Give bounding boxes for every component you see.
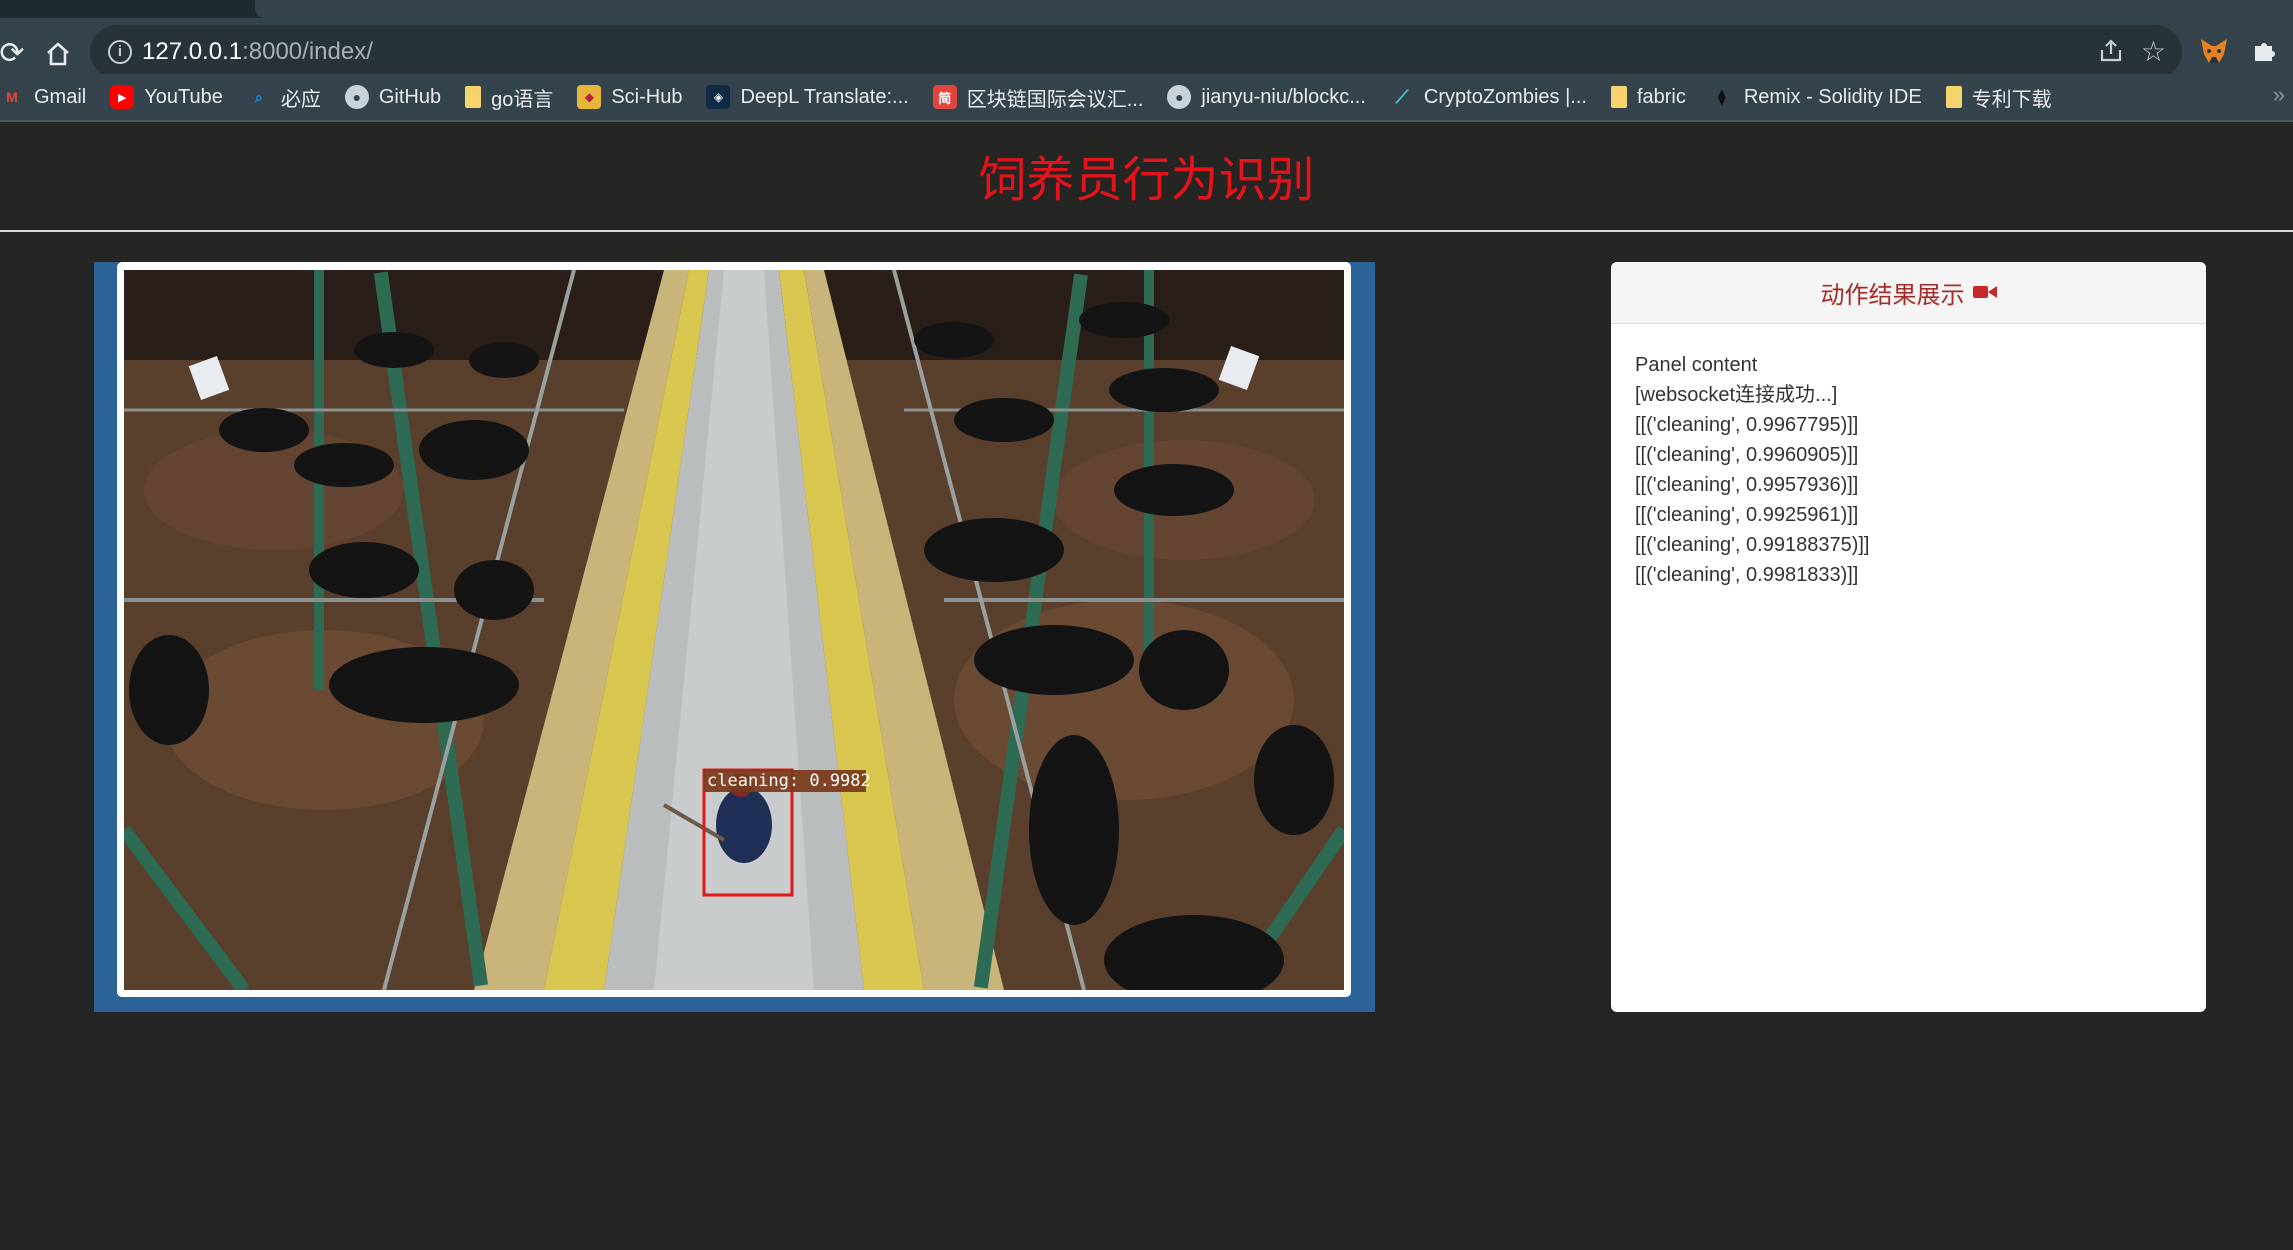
metamask-fox-icon[interactable] (2196, 33, 2232, 69)
active-tab[interactable] (255, 0, 2293, 18)
bookmark-folder-fabric[interactable]: fabric (1610, 77, 1698, 117)
bookmark-folder-go[interactable]: go语言 (465, 77, 565, 117)
detection-label: cleaning: 0.9982 (707, 771, 871, 791)
reload-icon[interactable]: ⟳ (0, 36, 30, 72)
video-container: cleaning: 0.9982 (117, 262, 1351, 997)
panel-title: 动作结果展示 (1820, 282, 1965, 309)
address-bar[interactable]: i 127.0.0.1:8000/index/ ☆ (90, 25, 2182, 79)
panel-line: [[('cleaning', 0.9925961)]] (1635, 504, 1859, 526)
home-icon[interactable] (40, 36, 76, 72)
bookmark-bing[interactable]: ⌕ 必应 (247, 77, 333, 117)
bookmark-github[interactable]: ● GitHub (344, 77, 453, 117)
chrome-divider (0, 120, 2293, 122)
gmail-icon: M (6, 89, 18, 105)
bookmarks-overflow-icon[interactable]: » (2273, 82, 2285, 108)
remix-icon: ⧫ (1717, 89, 1726, 106)
panel-line: Panel content (1635, 354, 1758, 376)
panel-line: [[('cleaning', 0.9957936)]] (1635, 474, 1859, 496)
conference-icon: 简 (932, 85, 957, 109)
bookmark-deepl[interactable]: ◈ DeepL Translate:... (706, 77, 920, 117)
site-info-icon[interactable]: i (108, 40, 132, 64)
bookmark-cryptozombies[interactable]: ⟋ CryptoZombies |... (1390, 77, 1599, 117)
youtube-icon: ▶ (110, 85, 135, 109)
video-stream[interactable]: cleaning: 0.9982 (124, 270, 1344, 990)
github-icon: ● (1167, 85, 1192, 109)
scihub-icon: ◆ (577, 85, 602, 109)
video-frame: cleaning: 0.9982 (94, 262, 1375, 1012)
deepl-icon: ◈ (706, 85, 731, 109)
bookmark-remix[interactable]: ⧫ Remix - Solidity IDE (1710, 77, 1934, 117)
bookmark-folder-patent[interactable]: 专利下载 (1945, 77, 2064, 117)
panel-body: Panel content [websocket连接成功...] [[('cle… (1611, 324, 2206, 616)
panel-line: [[('cleaning', 0.9981833)]] (1635, 564, 1859, 586)
bookmark-conference[interactable]: 简区块链国际会议汇... (932, 77, 1156, 117)
panel-line: [[('cleaning', 0.99188375)]] (1635, 534, 1870, 556)
share-icon[interactable] (2098, 38, 2124, 71)
barn-scene-image (124, 270, 1344, 990)
video-camera-icon (1972, 279, 1997, 307)
cryptozombies-icon: ⟋ (1395, 86, 1409, 107)
bookmarks-bar: M Gmail ▶ YouTube ⌕ 必应 ● GitHub go语言 ◆ Sci-Hu… (0, 74, 2293, 120)
panel-line: [websocket连接成功...] (1635, 384, 1838, 406)
header-divider (0, 230, 2293, 232)
tab-strip (0, 0, 2293, 18)
panel-heading: 动作结果展示 (1611, 262, 2206, 324)
bookmark-star-icon[interactable]: ☆ (2141, 35, 2166, 68)
page-title: 饲养员行为识别 (978, 152, 1315, 208)
url-text[interactable]: 127.0.0.1:8000/index/ (142, 38, 373, 66)
folder-icon (1610, 86, 1627, 108)
extensions-puzzle-icon[interactable] (2247, 33, 2283, 69)
bookmark-youtube[interactable]: ▶ YouTube (110, 77, 235, 117)
panel-line: [[('cleaning', 0.9960905)]] (1635, 444, 1859, 466)
bookmark-gmail[interactable]: M Gmail (0, 77, 98, 117)
bookmark-scihub[interactable]: ◆ Sci-Hub (577, 77, 694, 117)
folder-icon (1945, 86, 1962, 108)
github-icon: ● (344, 85, 369, 109)
bing-icon: ⌕ (254, 88, 263, 105)
bookmark-github-repo[interactable]: ● jianyu-niu/blockc... (1167, 77, 1378, 117)
result-panel: 动作结果展示 Panel content [websocket连接成功...] … (1611, 262, 2206, 1012)
folder-icon (465, 86, 482, 108)
panel-line: [[('cleaning', 0.9967795)]] (1635, 414, 1859, 436)
